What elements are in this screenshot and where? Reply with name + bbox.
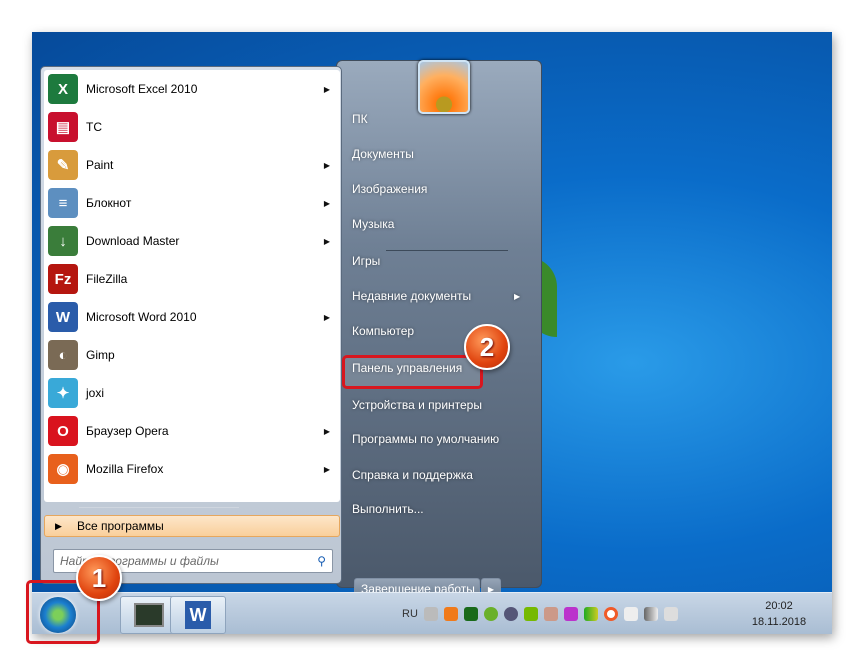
joxi-icon: ✦ [48, 378, 78, 408]
divider [79, 507, 239, 508]
program-label: Браузер Opera [86, 424, 169, 438]
all-programs-label: Все программы [77, 519, 164, 533]
paint-icon: ✎ [48, 150, 78, 180]
start-right-item[interactable]: Игры [352, 254, 380, 268]
date: 18.11.2018 [751, 616, 807, 628]
avast-icon[interactable] [443, 607, 458, 621]
utorrent-icon[interactable] [483, 607, 498, 621]
start-right-item[interactable]: Справка и поддержка [352, 468, 473, 482]
start-right-item[interactable]: Документы [352, 147, 414, 161]
submenu-arrow-icon[interactable]: ▶ [324, 199, 330, 208]
program-item[interactable]: ◐ Gimp [44, 336, 340, 374]
start-right-item[interactable]: Компьютер [352, 324, 414, 338]
program-list: X Microsoft Excel 2010 ▶ ▤ TC ✎ Paint ▶ ≡ Блокнот… [44, 70, 340, 502]
app-tray-icon[interactable] [563, 607, 578, 621]
submenu-arrow-icon[interactable]: ▶ [324, 313, 330, 322]
time: 20:02 [765, 600, 793, 612]
program-label: Microsoft Word 2010 [86, 310, 197, 324]
clock[interactable]: 20:02 18.11.2018 [744, 598, 814, 630]
program-label: joxi [86, 386, 105, 400]
nvidia-icon[interactable] [523, 607, 538, 621]
submenu-arrow-icon[interactable]: ▶ [324, 85, 330, 94]
submenu-arrow-icon[interactable]: ▶ [324, 161, 330, 170]
excel-icon: X [48, 74, 78, 104]
user-avatar[interactable] [418, 60, 470, 114]
program-label: Microsoft Excel 2010 [86, 82, 198, 96]
taskbar: W RU 20:02 18.11.2018 [32, 592, 832, 634]
start-right-item[interactable]: Устройства и принтеры [352, 398, 482, 412]
start-right-item[interactable]: Выполнить... [352, 502, 424, 516]
program-item[interactable]: ≡ Блокнот ▶ [44, 184, 340, 222]
start-right-item[interactable]: Изображения [352, 182, 427, 196]
firefox-icon: ◉ [48, 454, 78, 484]
monitor-tray-icon[interactable] [463, 607, 478, 621]
program-item[interactable]: X Microsoft Excel 2010 ▶ [44, 70, 340, 108]
word-icon: W [185, 601, 211, 629]
program-item[interactable]: ▤ TC [44, 108, 340, 146]
monitor-icon [134, 603, 164, 627]
item-label: Справка и поддержка [352, 468, 473, 482]
program-label: Блокнот [86, 196, 132, 210]
flag-icon[interactable] [623, 607, 638, 621]
opera-icon: O [48, 416, 78, 446]
submenu-arrow-icon[interactable]: ▶ [324, 465, 330, 474]
settings-icon[interactable] [503, 607, 518, 621]
submenu-arrow-icon[interactable]: ▶ [324, 427, 330, 436]
record-icon[interactable] [603, 607, 618, 621]
program-label: Mozilla Firefox [86, 462, 164, 476]
word-icon: W [48, 302, 78, 332]
item-label: Недавние документы [352, 289, 472, 303]
download-master-icon: ↓ [48, 226, 78, 256]
start-right-item[interactable]: Программы по умолчанию [352, 432, 499, 446]
system-tray: RU [402, 593, 678, 634]
item-label: Игры [352, 254, 381, 268]
program-item[interactable]: ✎ Paint ▶ [44, 146, 340, 184]
volume-icon[interactable] [663, 607, 678, 621]
total-commander-icon: ▤ [48, 112, 78, 142]
item-label: Устройства и принтеры [352, 398, 482, 412]
submenu-arrow-icon[interactable]: ▶ [324, 237, 330, 246]
language-indicator[interactable]: RU [402, 608, 418, 620]
triangle-right-icon: ▶ [55, 520, 62, 531]
control-panel-highlight [342, 355, 483, 389]
gimp-icon: ◐ [48, 340, 78, 370]
item-label: Компьютер [352, 324, 415, 338]
wifi-icon[interactable] [643, 607, 658, 621]
network-share-icon[interactable] [543, 607, 558, 621]
start-right-item[interactable]: Музыка [352, 217, 394, 231]
filezilla-icon: Fz [48, 264, 78, 294]
program-item[interactable]: ◉ Mozilla Firefox ▶ [44, 450, 340, 488]
program-label: Paint [86, 158, 114, 172]
program-label: Gimp [86, 348, 115, 362]
item-label: ПК [352, 112, 368, 126]
search-icon[interactable]: ⚲ [317, 554, 326, 568]
item-label: Выполнить... [352, 502, 424, 516]
submenu-arrow-icon: ▶ [514, 292, 521, 301]
item-label: Музыка [352, 217, 395, 231]
step-badge-1: 1 [76, 555, 122, 601]
program-item[interactable]: W Microsoft Word 2010 ▶ [44, 298, 340, 336]
program-label: TC [86, 120, 102, 134]
taskbar-word[interactable]: W [170, 596, 226, 634]
keyboard-icon[interactable] [423, 607, 438, 621]
start-menu-left-pane: X Microsoft Excel 2010 ▶ ▤ TC ✎ Paint ▶ ≡ Блокнот… [40, 66, 342, 584]
program-label: FileZilla [86, 272, 128, 286]
notepad-icon: ≡ [48, 188, 78, 218]
item-label: Программы по умолчанию [352, 432, 500, 446]
divider [386, 250, 508, 251]
start-right-item[interactable]: ПК [352, 112, 368, 126]
program-item[interactable]: ↓ Download Master ▶ [44, 222, 340, 260]
program-item[interactable]: ✦ joxi [44, 374, 340, 412]
desktop: X Microsoft Excel 2010 ▶ ▤ TC ✎ Paint ▶ ≡ Блокнот… [32, 32, 832, 634]
program-label: Download Master [86, 234, 180, 248]
step-badge-2: 2 [464, 324, 510, 370]
all-programs-button[interactable]: ▶ Все программы [44, 515, 340, 537]
program-item[interactable]: Fz FileZilla [44, 260, 340, 298]
item-label: Документы [352, 147, 414, 161]
item-label: Изображения [352, 182, 428, 196]
start-right-item[interactable]: Недавние документы ▶ [352, 289, 520, 303]
start-menu: X Microsoft Excel 2010 ▶ ▤ TC ✎ Paint ▶ ≡ Блокнот… [36, 60, 542, 600]
program-item[interactable]: O Браузер Opera ▶ [44, 412, 340, 450]
signal-icon[interactable] [583, 607, 598, 621]
